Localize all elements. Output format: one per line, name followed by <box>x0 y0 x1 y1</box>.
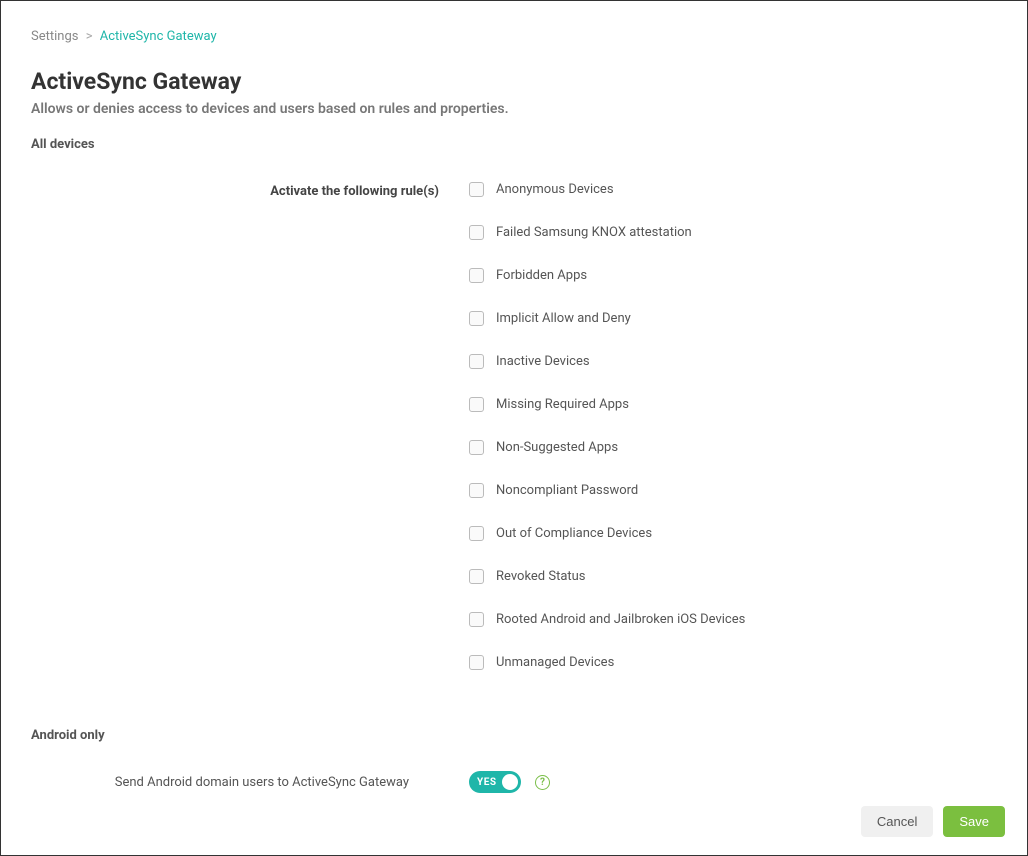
rule-label: Noncompliant Password <box>496 483 638 498</box>
rule-implicit-allow-deny: Implicit Allow and Deny <box>469 311 997 326</box>
checkbox-forbidden-apps[interactable] <box>469 268 484 283</box>
rule-label: Anonymous Devices <box>496 182 614 197</box>
checkbox-anonymous-devices[interactable] <box>469 182 484 197</box>
rule-label: Out of Compliance Devices <box>496 526 652 541</box>
toggle-state-text: YES <box>477 777 496 788</box>
breadcrumb-current[interactable]: ActiveSync Gateway <box>100 29 217 44</box>
rule-noncompliant-password: Noncompliant Password <box>469 483 997 498</box>
breadcrumb: Settings > ActiveSync Gateway <box>31 29 997 44</box>
rule-revoked-status: Revoked Status <box>469 569 997 584</box>
checkbox-rooted-jailbroken[interactable] <box>469 612 484 627</box>
cancel-button[interactable]: Cancel <box>861 806 933 837</box>
android-gateway-toggle[interactable]: YES <box>469 771 521 793</box>
rule-anonymous-devices: Anonymous Devices <box>469 182 997 197</box>
android-toggle-row: Send Android domain users to ActiveSync … <box>31 771 997 793</box>
rule-label: Inactive Devices <box>496 354 590 369</box>
toggle-knob <box>502 774 518 790</box>
rule-forbidden-apps: Forbidden Apps <box>469 268 997 283</box>
android-toggle-label: Send Android domain users to ActiveSync … <box>31 775 469 790</box>
page-title: ActiveSync Gateway <box>31 68 997 95</box>
rule-unmanaged-devices: Unmanaged Devices <box>469 655 997 670</box>
android-only-section: Android only Send Android domain users t… <box>31 728 997 793</box>
rule-failed-knox: Failed Samsung KNOX attestation <box>469 225 997 240</box>
checkbox-noncompliant-password[interactable] <box>469 483 484 498</box>
rule-non-suggested-apps: Non-Suggested Apps <box>469 440 997 455</box>
action-buttons: Cancel Save <box>861 806 1005 837</box>
rule-rooted-jailbroken: Rooted Android and Jailbroken iOS Device… <box>469 612 997 627</box>
rule-list: Anonymous Devices Failed Samsung KNOX at… <box>469 182 997 670</box>
checkbox-implicit-allow-deny[interactable] <box>469 311 484 326</box>
checkbox-missing-required-apps[interactable] <box>469 397 484 412</box>
rule-label: Non-Suggested Apps <box>496 440 618 455</box>
help-icon[interactable]: ? <box>535 775 550 790</box>
rule-label: Unmanaged Devices <box>496 655 614 670</box>
breadcrumb-root: Settings <box>31 29 78 44</box>
rule-out-of-compliance: Out of Compliance Devices <box>469 526 997 541</box>
settings-panel: Settings > ActiveSync Gateway ActiveSync… <box>0 0 1028 856</box>
section-android-only: Android only <box>31 728 997 743</box>
checkbox-unmanaged-devices[interactable] <box>469 655 484 670</box>
page-subtitle: Allows or denies access to devices and u… <box>31 101 997 117</box>
rules-form-row: Activate the following rule(s) Anonymous… <box>31 182 997 670</box>
rule-label: Forbidden Apps <box>496 268 587 283</box>
checkbox-failed-knox[interactable] <box>469 225 484 240</box>
save-button[interactable]: Save <box>943 806 1005 837</box>
checkbox-non-suggested-apps[interactable] <box>469 440 484 455</box>
checkbox-out-of-compliance[interactable] <box>469 526 484 541</box>
rule-label: Missing Required Apps <box>496 397 629 412</box>
rule-label: Rooted Android and Jailbroken iOS Device… <box>496 612 745 627</box>
breadcrumb-separator: > <box>86 29 93 44</box>
activate-rules-label: Activate the following rule(s) <box>31 182 469 199</box>
checkbox-revoked-status[interactable] <box>469 569 484 584</box>
checkbox-inactive-devices[interactable] <box>469 354 484 369</box>
rule-missing-required-apps: Missing Required Apps <box>469 397 997 412</box>
rule-inactive-devices: Inactive Devices <box>469 354 997 369</box>
section-all-devices: All devices <box>31 137 997 152</box>
rule-label: Failed Samsung KNOX attestation <box>496 225 692 240</box>
rule-label: Revoked Status <box>496 569 586 584</box>
rule-label: Implicit Allow and Deny <box>496 311 631 326</box>
